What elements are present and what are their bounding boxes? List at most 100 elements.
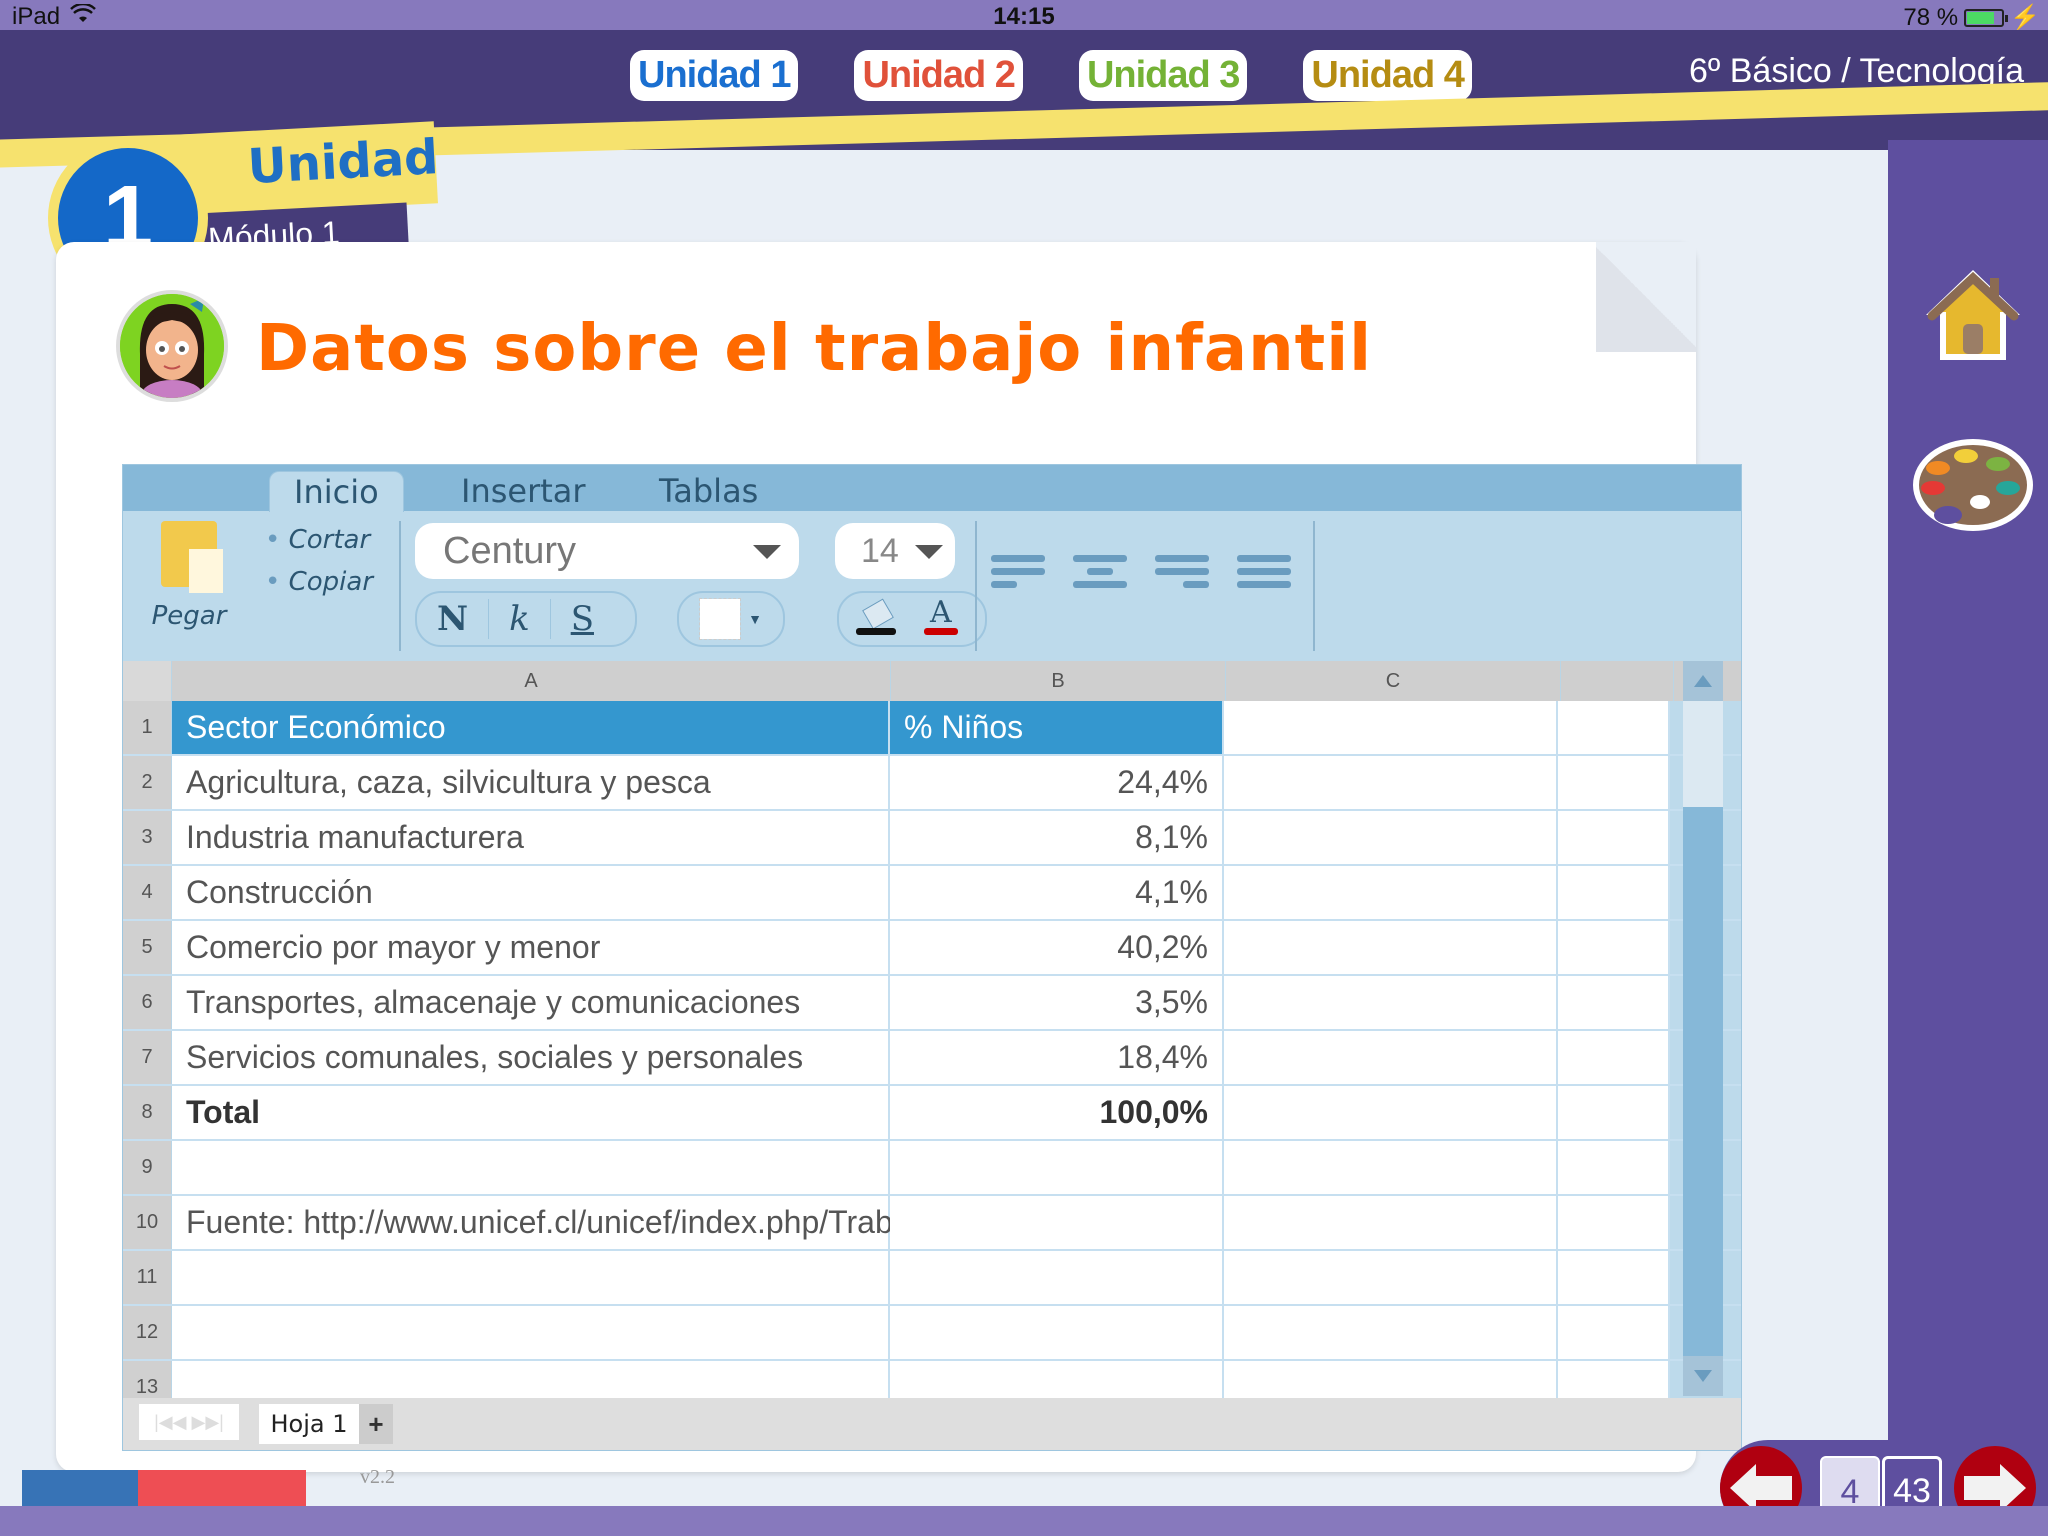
column-header[interactable]: A bbox=[172, 661, 891, 701]
unit-tab-4[interactable]: Unidad 4 bbox=[1303, 50, 1472, 101]
cell-d[interactable] bbox=[1558, 1251, 1670, 1304]
vertical-scrollbar[interactable] bbox=[1683, 661, 1723, 1396]
cell-d[interactable] bbox=[1558, 1306, 1670, 1359]
cell-d[interactable] bbox=[1558, 866, 1670, 919]
cell-c[interactable] bbox=[1224, 756, 1558, 809]
cell-d[interactable] bbox=[1558, 701, 1670, 754]
cell-a[interactable]: Total bbox=[172, 1086, 890, 1139]
cell-c[interactable] bbox=[1224, 866, 1558, 919]
cell-b[interactable]: 3,5% bbox=[890, 976, 1224, 1029]
cell-b[interactable] bbox=[890, 1251, 1224, 1304]
cut-button[interactable]: • Cortar bbox=[265, 525, 370, 555]
row-number[interactable]: 9 bbox=[123, 1141, 172, 1194]
cell-b[interactable]: 4,1% bbox=[890, 866, 1224, 919]
row-number[interactable]: 1 bbox=[123, 701, 172, 754]
cell-d[interactable] bbox=[1558, 976, 1670, 1029]
cell-d[interactable] bbox=[1558, 1086, 1670, 1139]
cell-b[interactable]: 24,4% bbox=[890, 756, 1224, 809]
italic-button[interactable]: k bbox=[489, 599, 551, 639]
font-family-select[interactable]: Century bbox=[415, 523, 799, 579]
row-number[interactable]: 4 bbox=[123, 866, 172, 919]
column-header[interactable]: C bbox=[1226, 661, 1561, 701]
row-number[interactable]: 6 bbox=[123, 976, 172, 1029]
cell-d[interactable] bbox=[1558, 1196, 1670, 1249]
scroll-up-button[interactable] bbox=[1683, 661, 1723, 701]
home-button[interactable] bbox=[1918, 260, 2028, 370]
row-number[interactable]: 12 bbox=[123, 1306, 172, 1359]
cell-b[interactable]: 18,4% bbox=[890, 1031, 1224, 1084]
cell-c[interactable] bbox=[1224, 976, 1558, 1029]
scroll-thumb[interactable] bbox=[1683, 701, 1723, 807]
cell-b[interactable] bbox=[890, 1141, 1224, 1194]
cell-c[interactable] bbox=[1224, 811, 1558, 864]
justify-button[interactable] bbox=[1237, 555, 1291, 599]
font-color-button[interactable]: A bbox=[924, 595, 968, 639]
borders-button[interactable]: ▼ bbox=[677, 591, 785, 647]
cell-a[interactable]: Agricultura, caza, silvicultura y pesca bbox=[172, 756, 890, 809]
add-sheet-button[interactable]: + bbox=[359, 1404, 393, 1444]
row-number[interactable]: 7 bbox=[123, 1031, 172, 1084]
cell-c[interactable] bbox=[1224, 1251, 1558, 1304]
cell-a[interactable] bbox=[172, 1141, 890, 1194]
cell-b[interactable]: 8,1% bbox=[890, 811, 1224, 864]
column-header[interactable]: B bbox=[891, 661, 1226, 701]
select-all-corner[interactable] bbox=[123, 661, 172, 701]
row-number[interactable]: 2 bbox=[123, 756, 172, 809]
cell-d[interactable] bbox=[1558, 921, 1670, 974]
bold-button[interactable]: N bbox=[417, 599, 490, 639]
cell-d[interactable] bbox=[1558, 1031, 1670, 1084]
row-number[interactable]: 3 bbox=[123, 811, 172, 864]
cell-a[interactable]: Comercio por mayor y menor bbox=[172, 921, 890, 974]
align-left-button[interactable] bbox=[991, 555, 1045, 599]
tab-inicio[interactable]: Inicio bbox=[269, 471, 404, 512]
cell-c[interactable] bbox=[1224, 1196, 1558, 1249]
cell-a[interactable] bbox=[172, 1306, 890, 1359]
cell-a[interactable] bbox=[172, 1251, 890, 1304]
version-label: v2.2 bbox=[360, 1466, 395, 1488]
cell-a[interactable]: Industria manufacturera bbox=[172, 811, 890, 864]
cell-b[interactable] bbox=[890, 1196, 1224, 1249]
font-size-select[interactable]: 14 bbox=[835, 523, 955, 579]
palette-button[interactable] bbox=[1908, 430, 2038, 540]
cell-c[interactable] bbox=[1224, 701, 1558, 754]
cell-c[interactable] bbox=[1224, 1141, 1558, 1194]
cell-d[interactable] bbox=[1558, 811, 1670, 864]
unit-tab-3[interactable]: Unidad 3 bbox=[1078, 50, 1248, 101]
cell-d[interactable] bbox=[1558, 756, 1670, 809]
cell-c[interactable] bbox=[1224, 921, 1558, 974]
sheet-tab[interactable]: Hoja 1 bbox=[259, 1404, 359, 1444]
align-right-button[interactable] bbox=[1155, 555, 1209, 599]
cell-a[interactable]: Sector Económico bbox=[172, 701, 890, 754]
fill-color-button[interactable] bbox=[856, 598, 900, 639]
row-number[interactable]: 11 bbox=[123, 1251, 172, 1304]
copy-button[interactable]: • Copiar bbox=[265, 567, 373, 597]
column-header[interactable] bbox=[1561, 661, 1674, 701]
clock: 14:15 bbox=[993, 3, 1055, 30]
cell-c[interactable] bbox=[1224, 1031, 1558, 1084]
sheet-nav-buttons[interactable]: |◀◀ ▶▶| bbox=[139, 1404, 239, 1440]
row-number[interactable]: 8 bbox=[123, 1086, 172, 1139]
row-number[interactable]: 10 bbox=[123, 1196, 172, 1249]
cell-b[interactable] bbox=[890, 1306, 1224, 1359]
unit-tab-2[interactable]: Unidad 2 bbox=[854, 50, 1023, 101]
previous-page-button[interactable] bbox=[1720, 1446, 1802, 1506]
cell-c[interactable] bbox=[1224, 1306, 1558, 1359]
cell-c[interactable] bbox=[1224, 1086, 1558, 1139]
cell-d[interactable] bbox=[1558, 1141, 1670, 1194]
row-number[interactable]: 5 bbox=[123, 921, 172, 974]
cell-b[interactable]: 100,0% bbox=[890, 1086, 1224, 1139]
paste-button[interactable]: Pegar bbox=[149, 521, 229, 631]
cell-a[interactable]: Fuente: http://www.unicef.cl/unicef/inde… bbox=[172, 1196, 1040, 1249]
tab-insertar[interactable]: Insertar bbox=[461, 471, 586, 511]
tab-tablas[interactable]: Tablas bbox=[659, 471, 758, 511]
cell-b[interactable]: 40,2% bbox=[890, 921, 1224, 974]
cell-a[interactable]: Transportes, almacenaje y comunicaciones bbox=[172, 976, 890, 1029]
unit-tab-1[interactable]: Unidad 1 bbox=[630, 50, 799, 101]
cell-a[interactable]: Servicios comunales, sociales y personal… bbox=[172, 1031, 890, 1084]
scroll-down-button[interactable] bbox=[1683, 1356, 1723, 1396]
cell-a[interactable]: Construcción bbox=[172, 866, 890, 919]
cell-b[interactable]: % Niños bbox=[890, 701, 1224, 754]
align-center-button[interactable] bbox=[1073, 555, 1127, 599]
next-page-button[interactable] bbox=[1954, 1446, 2036, 1506]
underline-button[interactable]: S bbox=[551, 599, 614, 639]
